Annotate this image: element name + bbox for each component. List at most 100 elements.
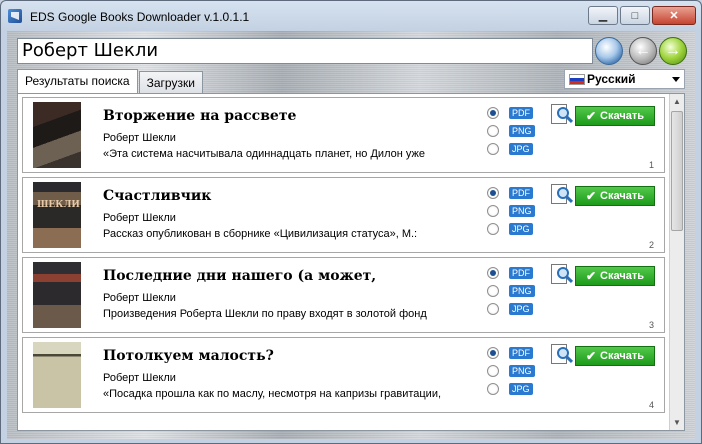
format-radio[interactable]: [487, 125, 499, 137]
format-radio[interactable]: [487, 143, 499, 155]
format-option[interactable]: PDF: [487, 264, 543, 282]
format-option[interactable]: PDF: [487, 344, 543, 362]
book-title: Последние дни нашего (а может,: [103, 268, 377, 284]
format-options: PDF PNG JPG: [487, 184, 543, 238]
format-badge: JPG: [509, 383, 533, 395]
download-button[interactable]: ✔ Скачать: [575, 266, 655, 286]
magnifier-handle: [565, 195, 574, 204]
format-options: PDF PNG JPG: [487, 344, 543, 398]
download-label: Скачать: [600, 350, 644, 362]
book-author: Роберт Шекли: [103, 292, 176, 304]
format-option[interactable]: PNG: [487, 122, 543, 140]
format-option[interactable]: JPG: [487, 220, 543, 238]
russia-flag-icon: [569, 73, 585, 85]
format-option[interactable]: JPG: [487, 380, 543, 398]
arrow-right-icon: →: [665, 42, 681, 59]
format-badge: PNG: [509, 365, 535, 377]
maximize-button[interactable]: □: [620, 6, 650, 25]
format-option[interactable]: PNG: [487, 282, 543, 300]
tab-search-results[interactable]: Результаты поиска: [17, 69, 138, 93]
scroll-down-icon[interactable]: ▼: [670, 415, 684, 430]
format-radio[interactable]: [487, 107, 499, 119]
result-row: Последние дни нашего (а может, Роберт Ше…: [22, 257, 665, 333]
format-option[interactable]: PDF: [487, 184, 543, 202]
checkmark-icon: ✔: [585, 109, 597, 123]
book-snippet: Рассказ опубликован в сборнике «Цивилиза…: [103, 228, 418, 240]
format-radio[interactable]: [487, 383, 499, 395]
magnifier-handle: [565, 275, 574, 284]
format-radio[interactable]: [487, 365, 499, 377]
minimize-button[interactable]: ▁: [588, 6, 618, 25]
vertical-scrollbar[interactable]: ▲ ▼: [669, 94, 684, 430]
result-number: 4: [648, 400, 654, 410]
book-title: Вторжение на рассвете: [103, 108, 297, 124]
book-cover[interactable]: [33, 342, 81, 408]
preview-button[interactable]: [551, 264, 574, 286]
book-cover[interactable]: [33, 262, 81, 328]
language-label: Русский: [587, 72, 636, 86]
format-radio[interactable]: [487, 187, 499, 199]
format-badge: PNG: [509, 285, 535, 297]
tab-bar: Результаты поиска Загрузки: [17, 69, 204, 93]
client-area: Роберт Шекли ← → Результаты поиска Загру…: [7, 31, 695, 439]
result-number: 1: [648, 160, 654, 170]
download-label: Скачать: [600, 190, 644, 202]
book-author: Роберт Шекли: [103, 132, 176, 144]
magnifier-handle: [565, 115, 574, 124]
scroll-up-icon[interactable]: ▲: [670, 94, 684, 109]
download-label: Скачать: [600, 110, 644, 122]
preview-button[interactable]: [551, 344, 574, 366]
format-radio[interactable]: [487, 205, 499, 217]
search-input[interactable]: Роберт Шекли: [17, 38, 593, 64]
magnifier-handle: [565, 355, 574, 364]
book-cover[interactable]: ШЕКЛИ: [33, 182, 81, 248]
scrollbar-thumb[interactable]: [671, 111, 683, 231]
preview-button[interactable]: [551, 184, 574, 206]
forward-button[interactable]: →: [659, 37, 687, 65]
format-radio[interactable]: [487, 223, 499, 235]
format-radio[interactable]: [487, 303, 499, 315]
book-author: Роберт Шекли: [103, 372, 176, 384]
download-button[interactable]: ✔ Скачать: [575, 186, 655, 206]
book-author: Роберт Шекли: [103, 212, 176, 224]
app-icon: [8, 9, 22, 23]
format-options: PDF PNG JPG: [487, 104, 543, 158]
format-option[interactable]: PNG: [487, 202, 543, 220]
results-panel: ▲ ▼ Вторжение на рассвете Роберт Шекли «…: [17, 93, 685, 431]
format-options: PDF PNG JPG: [487, 264, 543, 318]
format-radio[interactable]: [487, 285, 499, 297]
format-radio[interactable]: [487, 347, 499, 359]
back-button[interactable]: ←: [629, 37, 657, 65]
result-row: Потолкуем малость? Роберт Шекли «Посадка…: [22, 337, 665, 413]
book-cover[interactable]: [33, 102, 81, 168]
app-window: EDS Google Books Downloader v.1.0.1.1 ▁ …: [0, 0, 702, 444]
book-snippet: «Эта система насчитывала одиннадцать пла…: [103, 148, 425, 160]
format-badge: JPG: [509, 303, 533, 315]
search-button[interactable]: [595, 37, 623, 65]
result-number: 2: [648, 240, 654, 250]
title-bar[interactable]: EDS Google Books Downloader v.1.0.1.1 ▁ …: [1, 1, 701, 31]
format-radio[interactable]: [487, 267, 499, 279]
format-badge: PDF: [509, 267, 533, 279]
download-button[interactable]: ✔ Скачать: [575, 346, 655, 366]
format-option[interactable]: JPG: [487, 140, 543, 158]
checkmark-icon: ✔: [585, 189, 597, 203]
format-option[interactable]: PDF: [487, 104, 543, 122]
result-row: ШЕКЛИ Счастливчик Роберт Шекли Рассказ о…: [22, 177, 665, 253]
format-badge: PDF: [509, 107, 533, 119]
tab-downloads[interactable]: Загрузки: [138, 71, 203, 93]
cover-text: ШЕКЛИ: [37, 200, 80, 210]
checkmark-icon: ✔: [585, 269, 597, 283]
format-option[interactable]: JPG: [487, 300, 543, 318]
language-select[interactable]: Русский: [564, 69, 685, 89]
close-button[interactable]: ✕: [652, 6, 696, 25]
preview-button[interactable]: [551, 104, 574, 126]
download-button[interactable]: ✔ Скачать: [575, 106, 655, 126]
format-badge: PDF: [509, 347, 533, 359]
book-snippet: Произведения Роберта Шекли по праву вход…: [103, 308, 427, 320]
book-snippet: «Посадка прошла как по маслу, несмотря н…: [103, 388, 442, 400]
format-option[interactable]: PNG: [487, 362, 543, 380]
format-badge: PNG: [509, 125, 535, 137]
download-label: Скачать: [600, 270, 644, 282]
checkmark-icon: ✔: [585, 349, 597, 363]
